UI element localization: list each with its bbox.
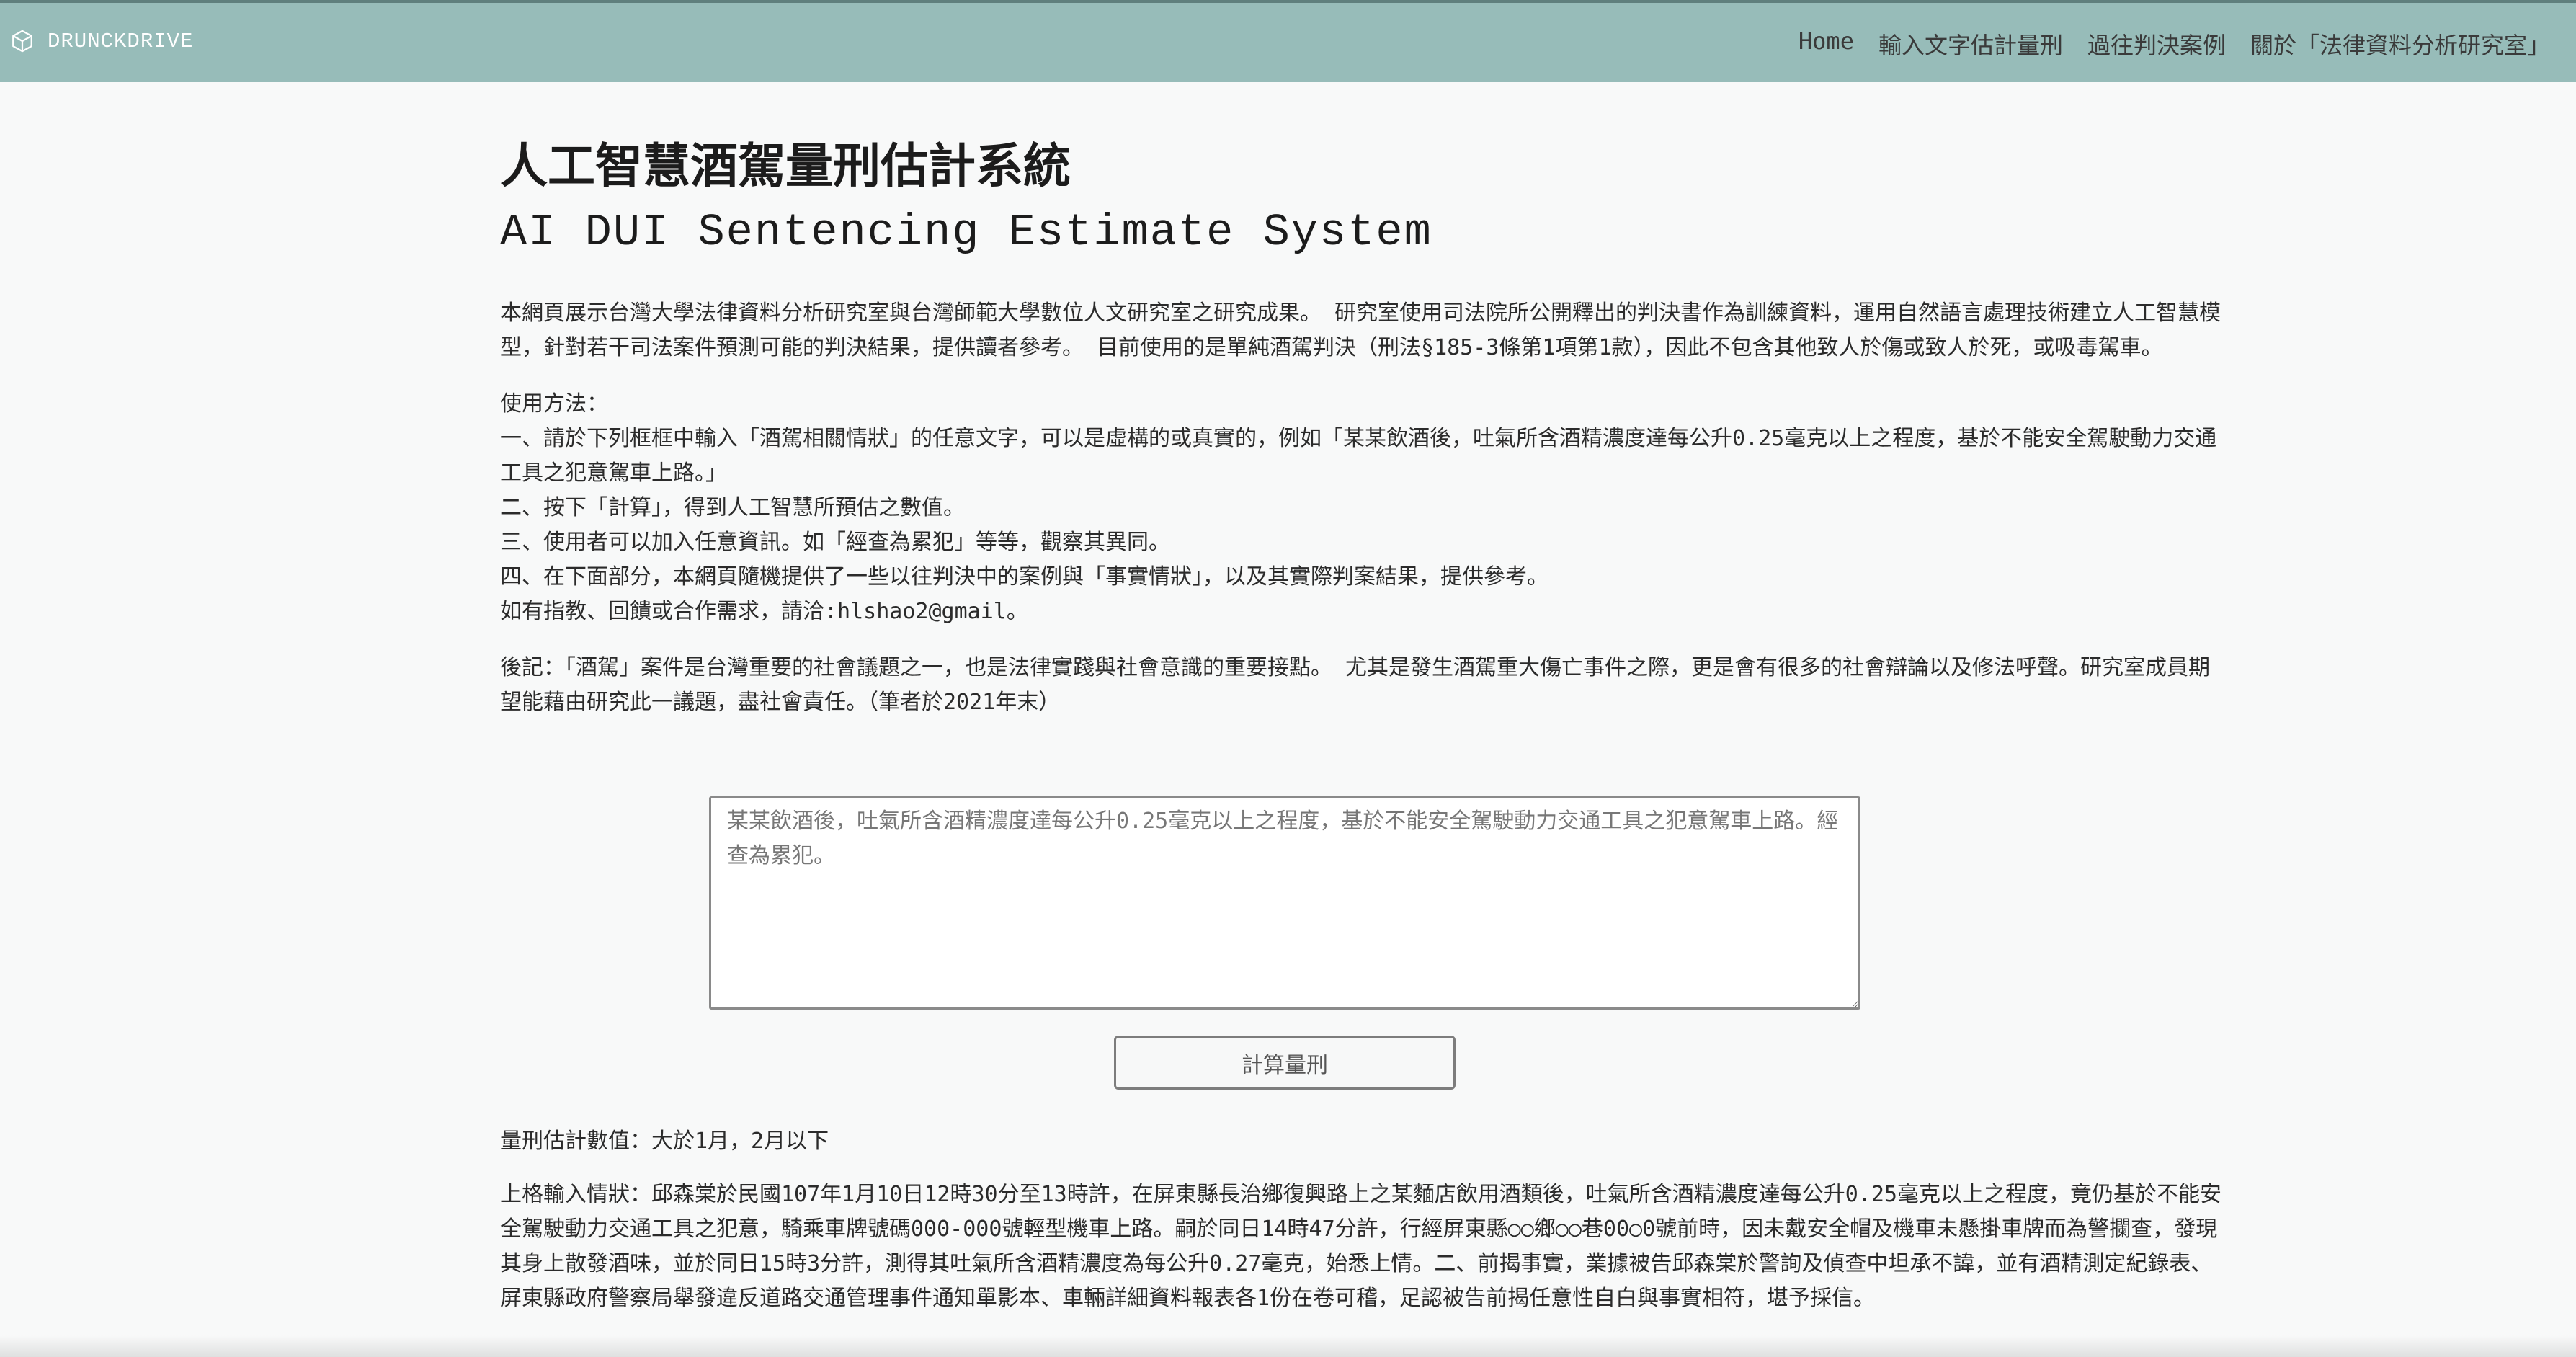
usage-step: 一、請於下列框框中輸入「酒駕相關情狀」的任意文字，可以是虛構的或真實的，例如「某… [500, 426, 2217, 486]
estimate-result: 量刑估計數值：大於1月，2月以下 [500, 1129, 829, 1154]
nav-past-cases[interactable]: 過往判決案例 [2087, 27, 2226, 61]
situation-input[interactable] [709, 796, 1860, 1010]
nav-about[interactable]: 關於「法律資料分析研究室」 [2250, 27, 2550, 61]
postscript: 後記：「酒駕」案件是台灣重要的社會議題之一，也是法律實踐與社會意識的重要接點。 … [500, 655, 2211, 715]
nav-links: Home 輸入文字估計量刑 過往判決案例 關於「法律資料分析研究室」 [1799, 27, 2550, 61]
page-title: 人工智慧酒駕量刑估計系統 [500, 138, 1071, 194]
cube-icon [12, 30, 32, 53]
navbar: DRUNCKDRIVE Home 輸入文字估計量刑 過往判決案例 關於「法律資料… [0, 0, 2576, 82]
contact-line: 如有指教、回饋或合作需求，請洽:hlshao2@gmail。 [500, 599, 1028, 624]
usage-section: 使用方法： 一、請於下列框框中輸入「酒駕相關情狀」的任意文字，可以是虛構的或真實… [500, 387, 2222, 629]
intro-paragraph: 本網頁展示台灣大學法律資料分析研究室與台灣師範大學數位人文研究室之研究成果。 研… [500, 301, 2221, 360]
main-content: 人工智慧酒駕量刑估計系統 AI DUI Sentencing Estimate … [500, 133, 2222, 720]
calculate-button[interactable]: 計算量刑 [1114, 1036, 1456, 1090]
usage-step: 四、在下面部分，本網頁隨機提供了一些以往判決中的案例與「事實情狀」，以及其實際判… [500, 564, 1548, 589]
result-section: 量刑估計數值：大於1月，2月以下 上格輸入情狀：邱森棠於民國107年1月10日1… [500, 1124, 2222, 1316]
nav-home[interactable]: Home [1799, 27, 1854, 61]
usage-step: 三、使用者可以加入任意資訊。如「經查為累犯」等等，觀察其異同。 [500, 530, 1170, 555]
brand[interactable]: DRUNCKDRIVE [10, 29, 193, 53]
brand-name[interactable]: DRUNCKDRIVE [48, 30, 193, 53]
usage-step: 二、按下「計算」，得到人工智慧所預估之數值。 [500, 495, 965, 520]
case-text: 上格輸入情狀：邱森棠於民國107年1月10日12時30分至13時許，在屏東縣長治… [500, 1182, 2221, 1311]
page-subtitle: AI DUI Sentencing Estimate System [500, 207, 1432, 258]
nav-estimate[interactable]: 輸入文字估計量刑 [1878, 27, 2063, 61]
usage-heading: 使用方法： [500, 391, 608, 417]
bottom-shadow [0, 1335, 2576, 1357]
